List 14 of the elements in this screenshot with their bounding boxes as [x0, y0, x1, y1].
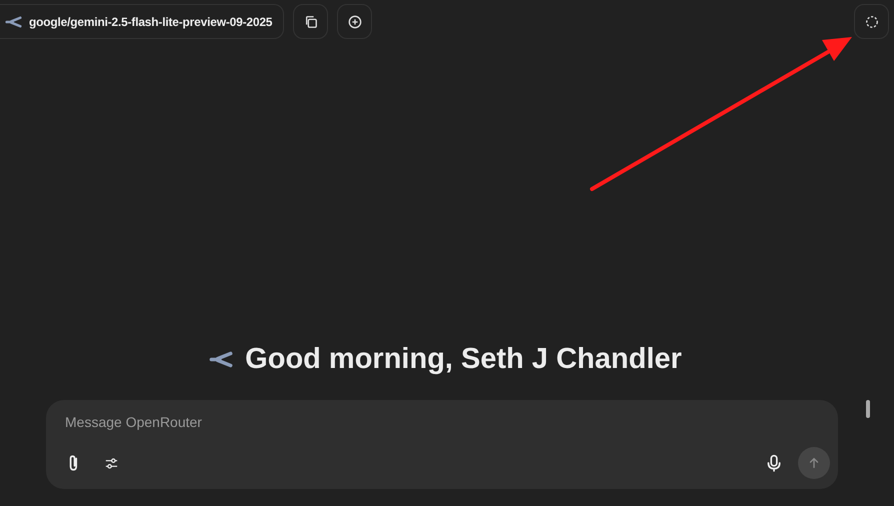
chevron-logo-icon — [209, 351, 234, 368]
chevron-logo-icon — [5, 16, 22, 28]
copy-icon — [304, 14, 318, 28]
dashed-circle-icon — [864, 14, 878, 28]
plus-circle-icon — [348, 14, 362, 28]
model-selector[interactable]: google/gemini-2.5-flash-lite-preview-09-2025 — [0, 4, 284, 39]
sliders-icon[interactable] — [104, 456, 119, 470]
arrow-up-icon — [807, 456, 821, 470]
copy-button[interactable] — [293, 4, 328, 39]
greeting-text: Good morning, Seth J Chandler — [245, 343, 682, 376]
temporary-chat-button[interactable] — [854, 4, 889, 39]
new-chat-button[interactable] — [337, 4, 372, 39]
message-field[interactable]: Message OpenRouter — [65, 413, 465, 431]
microphone-icon[interactable] — [765, 454, 783, 472]
